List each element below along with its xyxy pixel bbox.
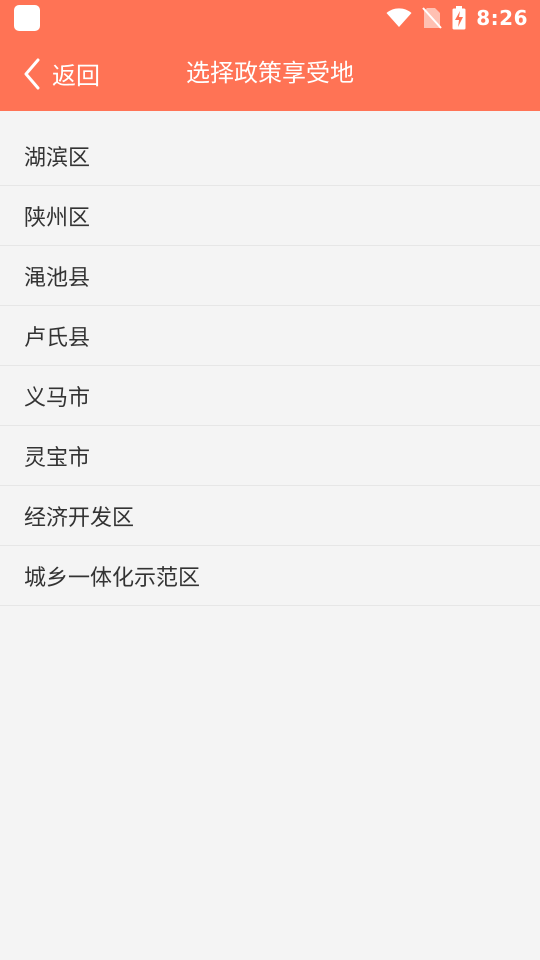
- region-item-mianchi[interactable]: 渑池县: [0, 246, 540, 306]
- region-item-lushi[interactable]: 卢氏县: [0, 306, 540, 366]
- region-item-demonstration-zone[interactable]: 城乡一体化示范区: [0, 546, 540, 606]
- status-icons: 8:26: [386, 0, 528, 36]
- battery-charging-icon: [452, 6, 466, 30]
- status-time: 8:26: [476, 6, 528, 30]
- status-bar: 8:26: [0, 0, 540, 36]
- app-bar: 返回 选择政策享受地: [0, 36, 540, 111]
- region-item-development-zone[interactable]: 经济开发区: [0, 486, 540, 546]
- app-icon: [14, 5, 40, 31]
- region-item-lingbao[interactable]: 灵宝市: [0, 426, 540, 486]
- back-label: 返回: [52, 62, 100, 90]
- page-title: 选择政策享受地: [186, 59, 354, 87]
- back-button[interactable]: 返回: [22, 36, 100, 111]
- region-list: 湖滨区 陕州区 渑池县 卢氏县 义马市 灵宝市 经济开发区 城乡一体化示范区: [0, 126, 540, 606]
- region-item-shanzhou[interactable]: 陕州区: [0, 186, 540, 246]
- chevron-left-icon: [24, 58, 40, 89]
- region-item-yima[interactable]: 义马市: [0, 366, 540, 426]
- region-item-hubin[interactable]: 湖滨区: [0, 126, 540, 186]
- wifi-icon: [386, 8, 412, 27]
- no-sim-icon: [422, 7, 442, 29]
